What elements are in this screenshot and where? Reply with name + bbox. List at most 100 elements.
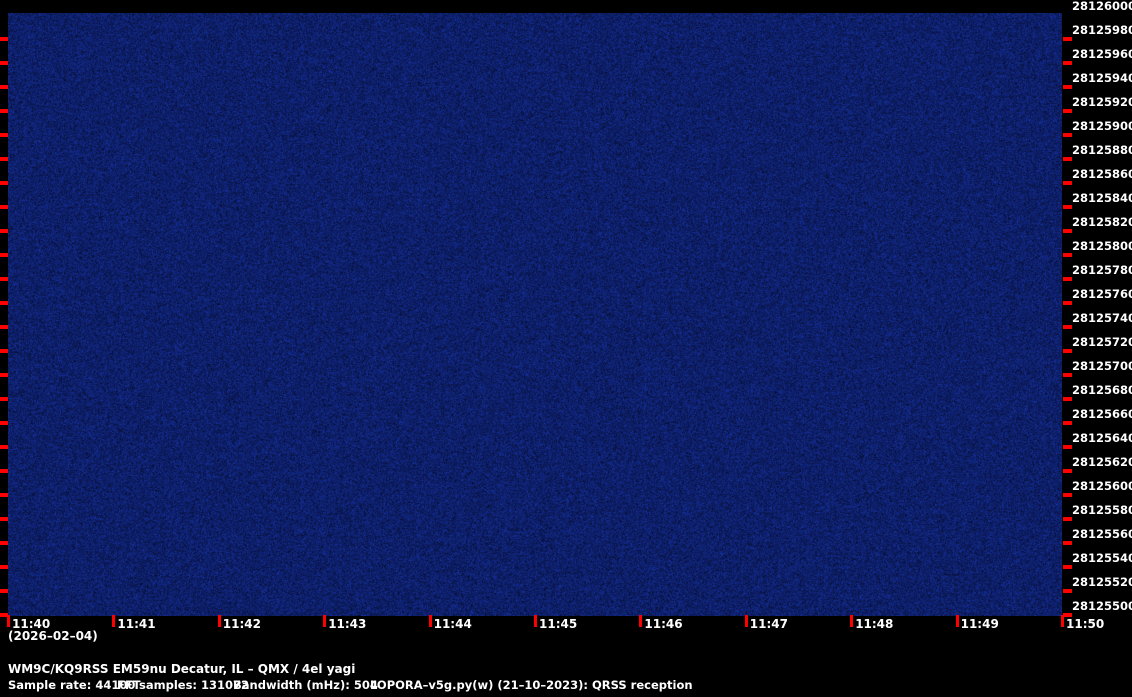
- freq-axis-label: 28125920: [1072, 96, 1132, 108]
- time-tick: [850, 615, 853, 627]
- freq-axis-label: 28125900: [1072, 120, 1132, 132]
- time-label: 11:44: [434, 618, 472, 631]
- time-label: 11:42: [223, 618, 261, 631]
- freq-tick-right: [1063, 397, 1072, 401]
- freq-tick-left: [0, 373, 8, 377]
- freq-axis-label: 28125580: [1072, 504, 1132, 516]
- fft-samples-label: FFTsamples: 131072: [117, 679, 249, 692]
- freq-axis-label: 28125840: [1072, 192, 1132, 204]
- freq-axis-label: 28125660: [1072, 408, 1132, 420]
- freq-tick-right: [1063, 469, 1072, 473]
- freq-tick-left: [0, 205, 8, 209]
- freq-tick-left: [0, 565, 8, 569]
- freq-axis-label: 28125500: [1072, 600, 1132, 612]
- freq-tick-right: [1063, 157, 1072, 161]
- time-tick: [956, 615, 959, 627]
- bandwidth-label: Bandwidth (mHz): 504: [233, 679, 378, 692]
- freq-tick-left: [0, 445, 8, 449]
- freq-tick-right: [1063, 133, 1072, 137]
- freq-axis-label: 28125620: [1072, 456, 1132, 468]
- time-tick: [7, 615, 10, 627]
- freq-axis-label: 28125700: [1072, 360, 1132, 372]
- freq-axis-label: 28125860: [1072, 168, 1132, 180]
- freq-axis-label: 28125720: [1072, 336, 1132, 348]
- freq-tick-left: [0, 181, 8, 185]
- freq-tick-left: [0, 61, 8, 65]
- freq-axis-label: 28125560: [1072, 528, 1132, 540]
- freq-tick-left: [0, 229, 8, 233]
- freq-tick-right: [1063, 565, 1072, 569]
- time-label: 11:47: [750, 618, 788, 631]
- spectrogram-canvas: [8, 13, 1062, 616]
- time-tick: [1061, 615, 1064, 627]
- freq-axis-label: 28125600: [1072, 480, 1132, 492]
- freq-axis-label: 28125760: [1072, 288, 1132, 300]
- freq-tick-left: [0, 421, 8, 425]
- lopora-spectrogram-window: 28126000 28125980 28125960 28125940 28125920…: [0, 0, 1132, 697]
- app-version-label: LOPORA–v5g.py(w) (21–10–2023): QRSS rece…: [370, 679, 693, 692]
- time-label: 11:50: [1066, 618, 1104, 631]
- freq-axis-label: 28125980: [1072, 24, 1132, 36]
- freq-tick-right: [1063, 205, 1072, 209]
- freq-tick-left: [0, 301, 8, 305]
- freq-tick-left: [0, 133, 8, 137]
- freq-tick-left: [0, 469, 8, 473]
- time-label: 11:48: [855, 618, 893, 631]
- freq-tick-right: [1063, 541, 1072, 545]
- freq-tick-left: [0, 397, 8, 401]
- freq-tick-right: [1063, 301, 1072, 305]
- time-tick: [745, 615, 748, 627]
- freq-axis-label: 28126000: [1072, 0, 1132, 12]
- freq-tick-right: [1063, 493, 1072, 497]
- freq-axis-label: 28125800: [1072, 240, 1132, 252]
- freq-axis-label: 28125520: [1072, 576, 1132, 588]
- time-tick: [639, 615, 642, 627]
- freq-tick-right: [1063, 253, 1072, 257]
- freq-tick-left: [0, 109, 8, 113]
- freq-tick-right: [1063, 109, 1072, 113]
- freq-tick-right: [1063, 589, 1072, 593]
- time-label: 11:49: [961, 618, 999, 631]
- freq-tick-right: [1063, 277, 1072, 281]
- freq-tick-right: [1063, 37, 1072, 41]
- freq-tick-right: [1063, 517, 1072, 521]
- time-label: 11:41: [117, 618, 155, 631]
- time-label: 11:46: [644, 618, 682, 631]
- freq-tick-left: [0, 589, 8, 593]
- time-tick: [112, 615, 115, 627]
- date-label: (2026–02–04): [8, 630, 98, 643]
- freq-tick-right: [1063, 85, 1072, 89]
- freq-axis-label: 28125880: [1072, 144, 1132, 156]
- freq-tick-right: [1063, 373, 1072, 377]
- freq-axis-label: 28125540: [1072, 552, 1132, 564]
- freq-tick-right: [1063, 325, 1072, 329]
- freq-tick-left: [0, 253, 8, 257]
- freq-tick-left: [0, 517, 8, 521]
- time-tick: [323, 615, 326, 627]
- freq-tick-right: [1063, 445, 1072, 449]
- freq-axis-label: 28125680: [1072, 384, 1132, 396]
- freq-tick-right: [1063, 229, 1072, 233]
- time-label: 11:43: [328, 618, 366, 631]
- freq-tick-left: [0, 493, 8, 497]
- time-tick: [218, 615, 221, 627]
- freq-tick-right: [1063, 181, 1072, 185]
- time-tick: [534, 615, 537, 627]
- freq-tick-left: [0, 541, 8, 545]
- freq-tick-left: [0, 277, 8, 281]
- freq-axis-label: 28125740: [1072, 312, 1132, 324]
- freq-tick-left: [0, 325, 8, 329]
- station-info-line: WM9C/KQ9RSS EM59nu Decatur, IL – QMX / 4…: [8, 663, 355, 676]
- freq-tick-right: [1063, 421, 1072, 425]
- freq-axis-label: 28125940: [1072, 72, 1132, 84]
- freq-axis-label: 28125960: [1072, 48, 1132, 60]
- freq-axis-label: 28125820: [1072, 216, 1132, 228]
- freq-axis-label: 28125780: [1072, 264, 1132, 276]
- freq-tick-left: [0, 157, 8, 161]
- freq-tick-left: [0, 85, 8, 89]
- freq-tick-right: [1063, 349, 1072, 353]
- time-tick: [429, 615, 432, 627]
- freq-tick-left: [0, 349, 8, 353]
- freq-tick-right: [1063, 61, 1072, 65]
- freq-axis-label: 28125640: [1072, 432, 1132, 444]
